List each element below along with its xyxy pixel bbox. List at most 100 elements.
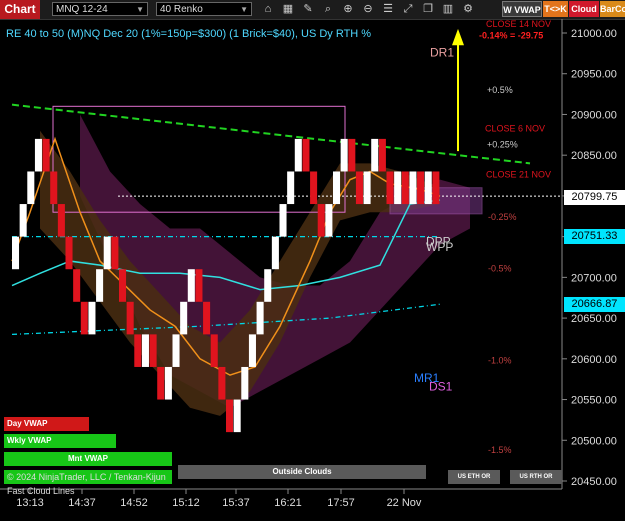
instrument-value: MNQ 12-24 [56,4,108,15]
renko-brick [248,334,256,367]
x-tick-label: 13:13 [16,497,44,509]
x-tick-label: 22 Nov [387,497,422,509]
y-tick-label: 20450.00 [571,476,617,488]
renko-brick [310,171,318,205]
renko-brick [340,138,348,172]
renko-brick [271,236,279,270]
properties-icon[interactable]: ⚙ [460,2,476,17]
level-label: DR1 [430,45,454,59]
renko-brick [333,171,341,205]
renko-brick [73,269,81,302]
cloud-button[interactable]: Cloud [569,1,599,17]
x-tick-label: 15:37 [222,497,250,509]
x-tick-label: 17:57 [327,497,355,509]
renko-brick [378,138,386,172]
renko-brick [317,204,325,237]
list-icon[interactable]: ☰ [380,2,396,17]
barco-button[interactable]: BarCo [600,1,625,17]
outside-clouds-bar: Outside Clouds [178,465,426,479]
renko-brick [180,301,188,335]
level-label: -0.14% = -29.75 [479,30,543,40]
renko-brick [210,334,218,367]
level-label: +0.5% [487,85,513,95]
renko-brick [424,171,432,205]
level-label: CLOSE 6 NOV [485,123,545,133]
bar-chart-icon[interactable]: ▥ [440,2,456,17]
tag-icon[interactable]: ⌂ [260,2,276,17]
renko-brick [34,138,42,172]
renko-brick [80,301,88,335]
chart-menu-button[interactable]: Chart [0,0,40,19]
bar-type-selector[interactable]: 40 Renko ▼ [156,2,252,16]
level-label: -0.25% [488,212,517,222]
y-tick-label: 20550.00 [571,395,617,407]
renko-brick [96,269,104,302]
level-label: -1.0% [488,355,512,365]
y-tick-label: 20950.00 [571,69,617,81]
renko-brick [157,366,165,400]
bar-type-value: 40 Renko [160,4,203,15]
level-label: +0.25% [487,140,518,150]
renko-brick [241,366,249,400]
renko-brick [401,171,409,205]
level-label: CLOSE 21 NOV [486,170,551,180]
y-tick-label: 20600.00 [571,354,617,366]
expand-icon[interactable]: ⤢ [400,2,416,17]
renko-brick [12,236,20,270]
renko-brick [88,301,96,335]
y-tick-label: 20900.00 [571,109,617,121]
renko-brick [417,171,425,205]
renko-brick [203,301,211,335]
day-vwap-bar: Day VWAP [4,417,89,431]
chart-area[interactable]: 21000.0020950.0020900.0020850.0020800.00… [0,19,625,516]
y-tick-label: 21000.00 [571,28,617,40]
monthly-vwap-bar: Mnt VWAP [4,452,172,466]
renko-brick [264,269,272,302]
renko-brick [386,171,394,205]
chart-icon[interactable]: ▦ [280,2,296,17]
renko-brick [256,301,264,335]
renko-brick [119,269,127,302]
arrow-head [452,28,464,46]
level-label: CLOSE 14 NOV [486,19,551,29]
renko-brick [233,399,241,433]
renko-brick [134,334,142,367]
search-icon[interactable]: ⌕ [320,2,336,17]
w-vwap-button[interactable]: W VWAP [502,1,542,17]
level-label: -1.5% [488,445,512,455]
renko-brick [149,334,157,367]
zoom-in-icon[interactable]: ⊕ [340,2,356,17]
instrument-selector[interactable]: MNQ 12-24 ▼ [52,2,148,16]
y-tick-label: 20850.00 [571,150,617,162]
chart-title: RE 40 to 50 (M)NQ Dec 20 (1%=150p=$300) … [6,28,371,40]
renko-brick [287,171,295,205]
renko-brick [432,171,440,205]
x-tick-label: 14:37 [68,497,96,509]
renko-brick [103,236,111,270]
renko-brick [19,204,27,237]
level-label: DS1 [429,379,453,393]
zoom-out-icon[interactable]: ⊖ [360,2,376,17]
renko-brick [226,399,234,433]
x-tick-label: 16:21 [274,497,302,509]
current-price-tag: 20799.75 [564,190,625,205]
renko-brick [294,138,302,172]
y-tick-label: 20700.00 [571,272,617,284]
renko-brick [363,171,371,205]
renko-brick [409,171,417,205]
renko-brick [355,171,363,205]
renko-brick [42,138,50,172]
renko-brick [126,301,134,335]
renko-brick [195,269,203,302]
renko-brick [325,204,333,237]
renko-brick [302,138,310,172]
tk-button[interactable]: T<>K [543,1,568,17]
copyright-footer: © 2024 NinjaTrader, LLC / Tenkan-Kijun F… [4,470,172,496]
y-tick-label: 20650.00 [571,313,617,325]
renko-brick [111,236,119,270]
duplicate-icon[interactable]: ❐ [420,2,436,17]
x-tick-label: 15:12 [172,497,200,509]
pencil-icon[interactable]: ✎ [300,2,316,17]
chart-toolbar: Chart MNQ 12-24 ▼ 40 Renko ▼ ⌂ ▦ ✎ ⌕ ⊕ ⊖… [0,0,625,20]
renko-brick [279,204,287,237]
